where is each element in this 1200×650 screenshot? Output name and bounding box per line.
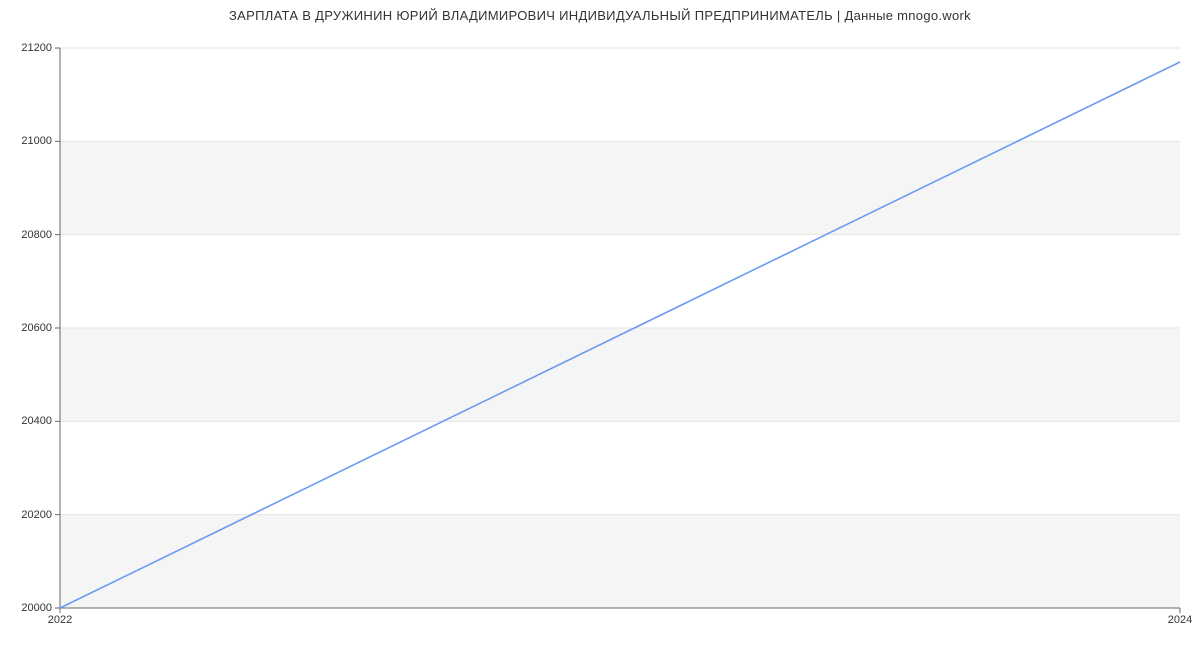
y-tick-label: 20400: [2, 415, 52, 427]
y-tick-label: 20200: [2, 509, 52, 521]
grid-band: [60, 141, 1180, 234]
y-tick-label: 20800: [2, 229, 52, 241]
grid-band: [60, 421, 1180, 514]
grid-band: [60, 328, 1180, 421]
y-tick-label: 20600: [2, 322, 52, 334]
y-tick-label: 21000: [2, 135, 52, 147]
grid-band: [60, 48, 1180, 141]
x-tick-label: 2024: [1168, 614, 1192, 626]
x-tick-label: 2022: [48, 614, 72, 626]
chart-svg: [0, 0, 1200, 650]
grid-band: [60, 235, 1180, 328]
grid-band: [60, 515, 1180, 608]
y-tick-label: 20000: [2, 602, 52, 614]
chart-container: ЗАРПЛАТА В ДРУЖИНИН ЮРИЙ ВЛАДИМИРОВИЧ ИН…: [0, 0, 1200, 650]
y-tick-label: 21200: [2, 42, 52, 54]
